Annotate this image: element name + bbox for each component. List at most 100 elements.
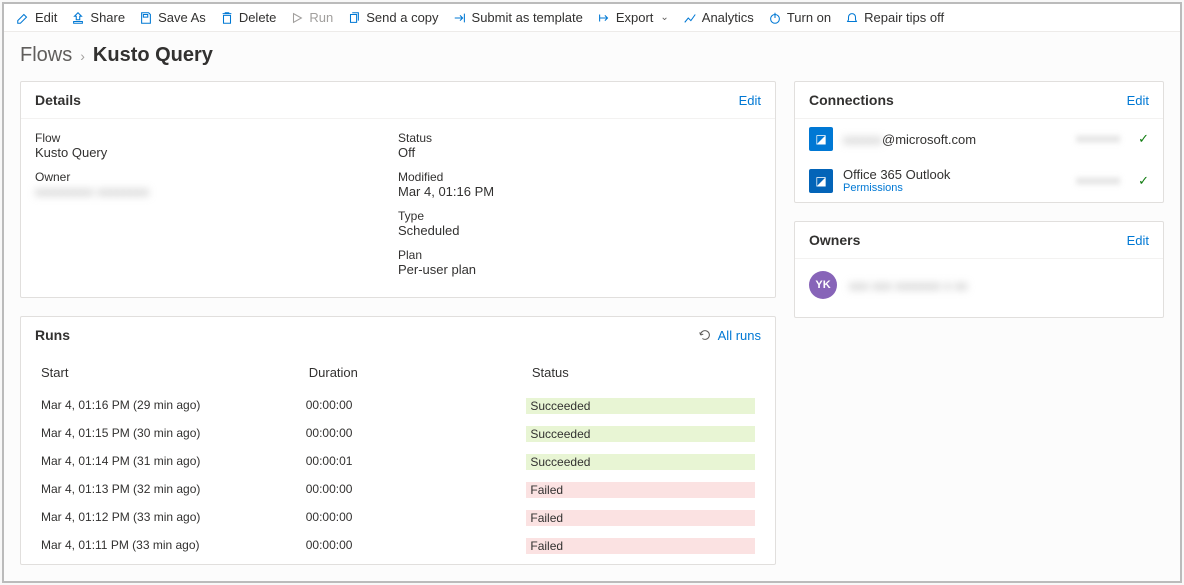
run-status: Succeeded (526, 454, 755, 470)
breadcrumb-root[interactable]: Flows (20, 44, 72, 67)
analytics-icon (683, 11, 697, 25)
save-as-button[interactable]: Save As (139, 10, 206, 25)
runs-table-header: Start Duration Status (31, 353, 765, 392)
submit-icon (453, 11, 467, 25)
run-start: Mar 4, 01:15 PM (30 min ago) (41, 426, 306, 442)
copy-icon (347, 11, 361, 25)
table-row[interactable]: Mar 4, 01:15 PM (30 min ago)00:00:00Succ… (31, 420, 765, 448)
check-icon: ✓ (1138, 173, 1149, 189)
runs-card: Runs All runs Start Duration Status Mar … (20, 316, 776, 565)
turn-on-button[interactable]: Turn on (768, 10, 831, 25)
details-card: Details Edit Flow Kusto Query Owner xxxx… (20, 81, 776, 298)
analytics-label: Analytics (702, 10, 754, 25)
owner-name: xxx xxx xxxxxxx x xx (849, 278, 967, 293)
connections-card: Connections Edit ◪ xxxxxx@microsoft.com xx… (794, 81, 1164, 203)
power-icon (768, 11, 782, 25)
connection-row[interactable]: ◪xxxxxx@microsoft.comxxxxxxxx✓ (795, 119, 1163, 159)
run-status: Succeeded (526, 398, 755, 414)
run-start: Mar 4, 01:11 PM (33 min ago) (41, 538, 306, 554)
plan-label: Plan (398, 248, 761, 262)
owners-title: Owners (809, 232, 860, 248)
edit-button[interactable]: Edit (16, 10, 57, 25)
share-button[interactable]: Share (71, 10, 125, 25)
run-button: Run (290, 10, 333, 25)
connections-title: Connections (809, 92, 894, 108)
send-copy-button[interactable]: Send a copy (347, 10, 438, 25)
connection-icon: ◪ (809, 127, 833, 151)
run-duration: 00:00:00 (306, 538, 527, 554)
run-status: Succeeded (526, 426, 755, 442)
save-as-label: Save As (158, 10, 206, 25)
delete-button[interactable]: Delete (220, 10, 277, 25)
col-duration[interactable]: Duration (309, 365, 532, 380)
run-label: Run (309, 10, 333, 25)
run-start: Mar 4, 01:14 PM (31 min ago) (41, 454, 306, 470)
plan-value: Per-user plan (398, 262, 761, 277)
modified-value: Mar 4, 01:16 PM (398, 184, 761, 199)
run-duration: 00:00:00 (306, 426, 527, 442)
repair-tips-button[interactable]: Repair tips off (845, 10, 944, 25)
delete-label: Delete (239, 10, 277, 25)
share-icon (71, 11, 85, 25)
analytics-button[interactable]: Analytics (683, 10, 754, 25)
run-status: Failed (526, 510, 755, 526)
col-status[interactable]: Status (532, 365, 755, 380)
export-button[interactable]: Export ⌄ (597, 10, 669, 25)
status-label: Status (398, 131, 761, 145)
breadcrumb: Flows › Kusto Query (4, 32, 1180, 81)
run-duration: 00:00:00 (306, 510, 527, 526)
submit-template-label: Submit as template (472, 10, 583, 25)
connection-permissions-link[interactable]: Permissions (843, 182, 1066, 194)
submit-template-button[interactable]: Submit as template (453, 10, 583, 25)
connection-account: xxxxxxxx (1076, 175, 1120, 187)
runs-title: Runs (35, 327, 70, 343)
edit-icon (16, 11, 30, 25)
share-label: Share (90, 10, 125, 25)
table-row[interactable]: Mar 4, 01:12 PM (33 min ago)00:00:00Fail… (31, 504, 765, 532)
table-row[interactable]: Mar 4, 01:13 PM (32 min ago)00:00:00Fail… (31, 476, 765, 504)
chevron-right-icon: › (80, 48, 85, 64)
col-start[interactable]: Start (41, 365, 309, 380)
connection-row[interactable]: ◪Office 365 OutlookPermissionsxxxxxxxx✓ (795, 159, 1163, 202)
delete-icon (220, 11, 234, 25)
owners-card: Owners Edit YK xxx xxx xxxxxxx x xx (794, 221, 1164, 318)
connection-account: xxxxxxxx (1076, 133, 1120, 145)
modified-label: Modified (398, 170, 761, 184)
send-copy-label: Send a copy (366, 10, 438, 25)
table-row[interactable]: Mar 4, 01:16 PM (29 min ago)00:00:00Succ… (31, 392, 765, 420)
flow-value: Kusto Query (35, 145, 398, 160)
connections-edit-link[interactable]: Edit (1127, 93, 1149, 108)
owner-label: Owner (35, 170, 398, 184)
repair-tips-label: Repair tips off (864, 10, 944, 25)
avatar[interactable]: YK (809, 271, 837, 299)
all-runs-link[interactable]: All runs (698, 328, 761, 343)
details-title: Details (35, 92, 81, 108)
export-icon (597, 11, 611, 25)
flow-label: Flow (35, 131, 398, 145)
run-status: Failed (526, 538, 755, 554)
edit-label: Edit (35, 10, 57, 25)
run-duration: 00:00:00 (306, 398, 527, 414)
status-value: Off (398, 145, 761, 160)
run-start: Mar 4, 01:12 PM (33 min ago) (41, 510, 306, 526)
table-row[interactable]: Mar 4, 01:11 PM (33 min ago)00:00:00Fail… (31, 532, 765, 560)
turn-on-label: Turn on (787, 10, 831, 25)
breadcrumb-current: Kusto Query (93, 44, 213, 67)
run-duration: 00:00:01 (306, 454, 527, 470)
owner-value: xxxxxxxxx xxxxxxxx (35, 184, 398, 199)
owners-edit-link[interactable]: Edit (1127, 233, 1149, 248)
run-start: Mar 4, 01:16 PM (29 min ago) (41, 398, 306, 414)
run-start: Mar 4, 01:13 PM (32 min ago) (41, 482, 306, 498)
table-row[interactable]: Mar 4, 01:14 PM (31 min ago)00:00:01Succ… (31, 448, 765, 476)
type-label: Type (398, 209, 761, 223)
run-duration: 00:00:00 (306, 482, 527, 498)
toolbar: Edit Share Save As Delete Run Send a cop… (4, 4, 1180, 32)
bell-icon (845, 11, 859, 25)
connection-icon: ◪ (809, 169, 833, 193)
all-runs-label: All runs (718, 328, 761, 343)
connection-name: xxxxxx@microsoft.com (843, 132, 1066, 147)
run-status: Failed (526, 482, 755, 498)
run-icon (290, 11, 304, 25)
export-label: Export (616, 10, 654, 25)
details-edit-link[interactable]: Edit (739, 93, 761, 108)
